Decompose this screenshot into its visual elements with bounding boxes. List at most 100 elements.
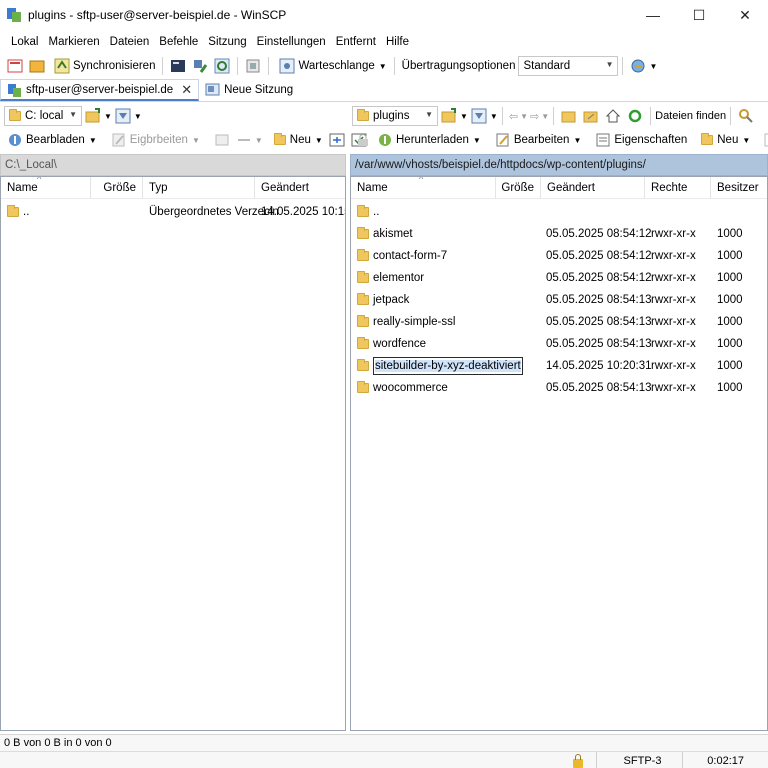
minimize-button[interactable]: — bbox=[630, 0, 676, 30]
right-new-button[interactable]: Neu ▼ bbox=[698, 129, 753, 151]
left-properties-button[interactable]: Eigbrbeiten ▼ bbox=[108, 129, 203, 151]
open-folder-icon[interactable] bbox=[85, 108, 101, 124]
table-row[interactable]: woocommerce 05.05.2025 08:54:13 rwxr-xr-… bbox=[351, 377, 767, 399]
search-icon[interactable] bbox=[738, 108, 754, 124]
col-name[interactable]: Name ^ bbox=[1, 177, 91, 199]
forward-icon[interactable]: ⇨ bbox=[530, 110, 539, 123]
table-row[interactable]: wordfence 05.05.2025 08:54:13 rwxr-xr-x … bbox=[351, 333, 767, 355]
transfer-settings-icon[interactable] bbox=[630, 58, 646, 74]
compare-dirs-icon[interactable] bbox=[29, 58, 45, 74]
download-button[interactable]: Herunterladen ▼ bbox=[374, 129, 484, 151]
parent-dir-icon[interactable] bbox=[561, 108, 577, 124]
rights-cell: rwxr-xr-x bbox=[651, 360, 696, 372]
col-size[interactable]: Größe bbox=[496, 177, 541, 199]
col-changed[interactable]: Geändert bbox=[255, 177, 345, 199]
move-icon[interactable] bbox=[214, 132, 230, 148]
tab-session[interactable]: sftp-user@server-beispiel.de ✕ bbox=[0, 79, 200, 101]
col-changed-label: Geändert bbox=[261, 182, 309, 194]
open-folder-icon[interactable] bbox=[441, 108, 457, 124]
chevron-down-icon[interactable]: ▼ bbox=[649, 62, 657, 71]
table-row[interactable]: akismet 05.05.2025 08:54:12 rwxr-xr-x 10… bbox=[351, 223, 767, 245]
file-name: contact-form-7 bbox=[373, 250, 448, 262]
file-name: elementor bbox=[373, 272, 425, 284]
local-drive-select[interactable]: C: local ▼ bbox=[4, 106, 82, 126]
col-owner[interactable]: Besitzer bbox=[711, 177, 767, 199]
tab-new-session[interactable]: Neue Sitzung bbox=[199, 79, 299, 101]
table-row[interactable]: contact-form-7 05.05.2025 08:54:12 rwxr-… bbox=[351, 245, 767, 267]
drive-folder-icon bbox=[9, 109, 21, 121]
menu-befehle[interactable]: Befehle bbox=[154, 36, 203, 48]
col-type[interactable]: Typ bbox=[143, 177, 255, 199]
file-name: really-simple-ssl bbox=[373, 316, 456, 328]
lock-upload-icon[interactable] bbox=[355, 132, 371, 148]
refresh-icon[interactable] bbox=[627, 108, 643, 124]
upload-button[interactable]: Bearbladen ▼ bbox=[4, 129, 100, 151]
chevron-down-icon[interactable]: ▼ bbox=[460, 112, 468, 121]
left-new-button[interactable]: Neu ▼ bbox=[271, 129, 326, 151]
changed-cell: 14.05.2025 10:20:31 bbox=[546, 360, 652, 372]
rights-cell: rwxr-xr-x bbox=[651, 272, 696, 284]
menu-lokal[interactable]: Lokal bbox=[6, 36, 44, 48]
close-icon[interactable]: ✕ bbox=[181, 82, 192, 98]
rename-icon[interactable] bbox=[236, 132, 252, 148]
expand-icon[interactable] bbox=[764, 132, 768, 148]
local-file-list[interactable]: Name ^ Größe Typ Geändert .. Übergeordne… bbox=[0, 176, 346, 731]
properties-button[interactable]: Eigenschaften bbox=[592, 129, 690, 151]
filter-icon[interactable] bbox=[471, 108, 487, 124]
right-new-label: Neu bbox=[717, 134, 739, 146]
remote-file-list[interactable]: Name ^ Größe Geändert Rechte Besitzer ..… bbox=[350, 176, 768, 731]
back-icon[interactable]: ⇦ bbox=[509, 110, 518, 123]
menu-sitzung[interactable]: Sitzung bbox=[203, 36, 251, 48]
remote-folder-select[interactable]: plugins ▼ bbox=[352, 106, 438, 126]
owner-cell: 1000 bbox=[717, 250, 743, 262]
terminal-icon[interactable] bbox=[170, 58, 186, 74]
chevron-down-icon[interactable]: ▼ bbox=[541, 112, 549, 121]
table-row-renaming[interactable]: sitebuilder-by-xyz-deaktiviert 14.05.202… bbox=[351, 355, 767, 377]
menu-markieren[interactable]: Markieren bbox=[44, 36, 105, 48]
rename-input[interactable]: sitebuilder-by-xyz-deaktiviert bbox=[373, 357, 523, 375]
rename-input-text: sitebuilder-by-xyz-deaktiviert bbox=[375, 360, 521, 372]
queue-button[interactable]: Warteschlange ▼ bbox=[273, 55, 389, 77]
expand-icon[interactable] bbox=[329, 132, 345, 148]
chevron-down-icon[interactable]: ▼ bbox=[134, 112, 142, 121]
filter-icon[interactable] bbox=[115, 108, 131, 124]
chevron-down-icon[interactable]: ▼ bbox=[490, 112, 498, 121]
synchronize-button[interactable]: Synchronisieren bbox=[48, 55, 158, 77]
left-new-label: Neu bbox=[289, 134, 311, 146]
col-name[interactable]: Name ^ bbox=[351, 177, 496, 199]
menu-entfernt[interactable]: Entfernt bbox=[331, 36, 381, 48]
chevron-down-icon[interactable]: ▼ bbox=[255, 136, 263, 145]
table-row[interactable]: .. bbox=[351, 201, 767, 223]
putty-icon[interactable] bbox=[192, 58, 208, 74]
close-window-button[interactable]: ✕ bbox=[722, 0, 768, 30]
table-row[interactable]: jetpack 05.05.2025 08:54:13 rwxr-xr-x 10… bbox=[351, 289, 767, 311]
table-row[interactable]: really-simple-ssl 05.05.2025 08:54:13 rw… bbox=[351, 311, 767, 333]
menu-dateien[interactable]: Dateien bbox=[105, 36, 155, 48]
root-dir-icon[interactable] bbox=[583, 108, 599, 124]
owner-cell: 1000 bbox=[717, 338, 743, 350]
find-files-button[interactable]: Dateien finden bbox=[655, 110, 726, 122]
col-size[interactable]: Größe bbox=[91, 177, 143, 199]
table-row[interactable]: elementor 05.05.2025 08:54:12 rwxr-xr-x … bbox=[351, 267, 767, 289]
chevron-down-icon: ▼ bbox=[425, 110, 433, 119]
menu-bar: Lokal Markieren Dateien Befehle Sitzung … bbox=[0, 32, 768, 52]
transfer-preset-select[interactable]: Standard ▼ bbox=[518, 56, 619, 76]
remote-path-bar[interactable]: /var/www/vhosts/beispiel.de/httpdocs/wp-… bbox=[350, 154, 768, 176]
maximize-button[interactable]: ☐ bbox=[676, 0, 722, 30]
local-path-bar[interactable]: C:\_Local\ bbox=[0, 154, 346, 176]
edit-button[interactable]: Bearbeiten ▼ bbox=[492, 129, 585, 151]
chevron-down-icon[interactable]: ▼ bbox=[520, 112, 528, 121]
home-icon[interactable] bbox=[605, 108, 621, 124]
name-cell: sitebuilder-by-xyz-deaktiviert bbox=[357, 355, 523, 377]
col-rights[interactable]: Rechte bbox=[645, 177, 711, 199]
owner-cell: 1000 bbox=[717, 360, 743, 372]
open-local-icon[interactable] bbox=[7, 58, 23, 74]
preferences-icon[interactable] bbox=[245, 58, 261, 74]
table-row[interactable]: .. Übergeordnetes Verzecin 14.05.2025 10… bbox=[1, 201, 345, 223]
menu-hilfe[interactable]: Hilfe bbox=[381, 36, 414, 48]
menu-einstellungen[interactable]: Einstellungen bbox=[252, 36, 331, 48]
refresh-session-icon[interactable] bbox=[214, 58, 230, 74]
changed-cell: 05.05.2025 08:54:12 bbox=[546, 250, 652, 262]
chevron-down-icon[interactable]: ▼ bbox=[104, 112, 112, 121]
col-changed[interactable]: Geändert bbox=[541, 177, 645, 199]
